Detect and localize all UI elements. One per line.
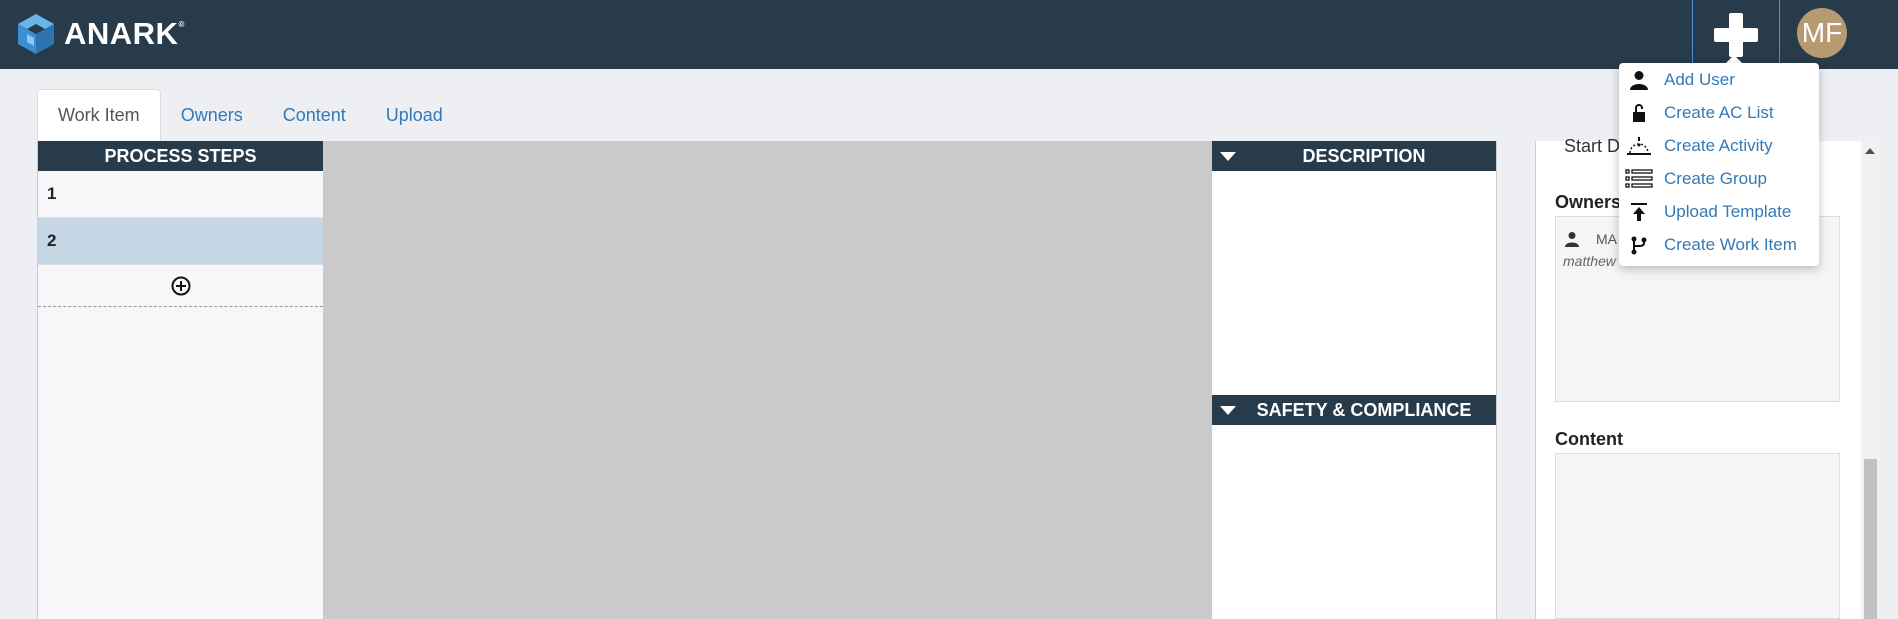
details-scrollbar[interactable]: [1861, 141, 1880, 619]
anark-cube-icon: [18, 14, 54, 54]
process-steps-title: PROCESS STEPS: [38, 141, 323, 171]
menu-item-label: Create Group: [1664, 168, 1767, 188]
collapse-triangle-icon: [1220, 152, 1236, 161]
description-panel: DESCRIPTION SAFETY & COMPLIANCE: [1212, 141, 1497, 619]
menu-item-label: Add User: [1664, 69, 1735, 89]
lock-icon: [1625, 101, 1653, 125]
menu-item-create-work-item[interactable]: Create Work Item: [1619, 228, 1819, 261]
activity-icon: [1625, 134, 1653, 158]
description-header[interactable]: DESCRIPTION: [1212, 141, 1496, 171]
brand-name: ANARK®: [64, 16, 185, 51]
start-date-label: Start D: [1564, 136, 1621, 156]
menu-item-add-user[interactable]: Add User: [1619, 63, 1819, 96]
tab-owners[interactable]: Owners: [161, 89, 263, 141]
tab-upload[interactable]: Upload: [366, 89, 463, 141]
menu-item-label: Create Activity: [1664, 135, 1773, 155]
description-body[interactable]: [1212, 171, 1496, 395]
owner-email: matthew: [1563, 253, 1616, 269]
tab-content[interactable]: Content: [263, 89, 366, 141]
menu-item-label: Upload Template: [1664, 201, 1792, 221]
menu-item-create-group[interactable]: Create Group: [1619, 162, 1819, 195]
process-step-1[interactable]: 1: [38, 171, 323, 218]
viewer-canvas[interactable]: [323, 141, 1212, 619]
menu-item-label: Create AC List: [1664, 102, 1774, 122]
menu-item-create-ac-list[interactable]: Create AC List: [1619, 96, 1819, 129]
work-item-tabs: Work Item Owners Content Upload: [37, 89, 463, 141]
safety-header[interactable]: SAFETY & COMPLIANCE: [1212, 395, 1496, 425]
add-circle-icon: [171, 276, 190, 295]
tab-work-item[interactable]: Work Item: [37, 89, 161, 141]
description-title: DESCRIPTION: [1302, 145, 1426, 166]
owner-name: MA: [1596, 231, 1617, 247]
process-step-2[interactable]: 2: [38, 218, 323, 265]
safety-title: SAFETY & COMPLIANCE: [1256, 399, 1472, 420]
user-icon: [1565, 232, 1579, 247]
anark-logo[interactable]: ANARK®: [16, 11, 185, 57]
scroll-thumb[interactable]: [1864, 459, 1877, 619]
owners-label: Owners: [1555, 192, 1622, 212]
content-list: [1555, 453, 1840, 619]
branch-icon: [1625, 233, 1653, 257]
plus-icon: [1714, 12, 1758, 57]
menu-item-upload-template[interactable]: Upload Template: [1619, 195, 1819, 228]
menu-item-create-activity[interactable]: Create Activity: [1619, 129, 1819, 162]
top-bar: ANARK® MF: [0, 0, 1898, 69]
group-list-icon: [1625, 167, 1653, 191]
collapse-triangle-icon: [1220, 406, 1236, 415]
user-avatar[interactable]: MF: [1797, 8, 1847, 58]
add-step-button[interactable]: [38, 265, 323, 307]
menu-item-label: Create Work Item: [1664, 234, 1797, 254]
content-label: Content: [1555, 429, 1623, 449]
user-icon: [1625, 68, 1653, 92]
upload-icon: [1625, 200, 1653, 224]
create-menu: Add User Create AC List Create Activity …: [1619, 63, 1819, 266]
scroll-up-arrow-icon[interactable]: [1865, 148, 1875, 154]
process-steps-panel: PROCESS STEPS 1 2: [37, 141, 323, 619]
